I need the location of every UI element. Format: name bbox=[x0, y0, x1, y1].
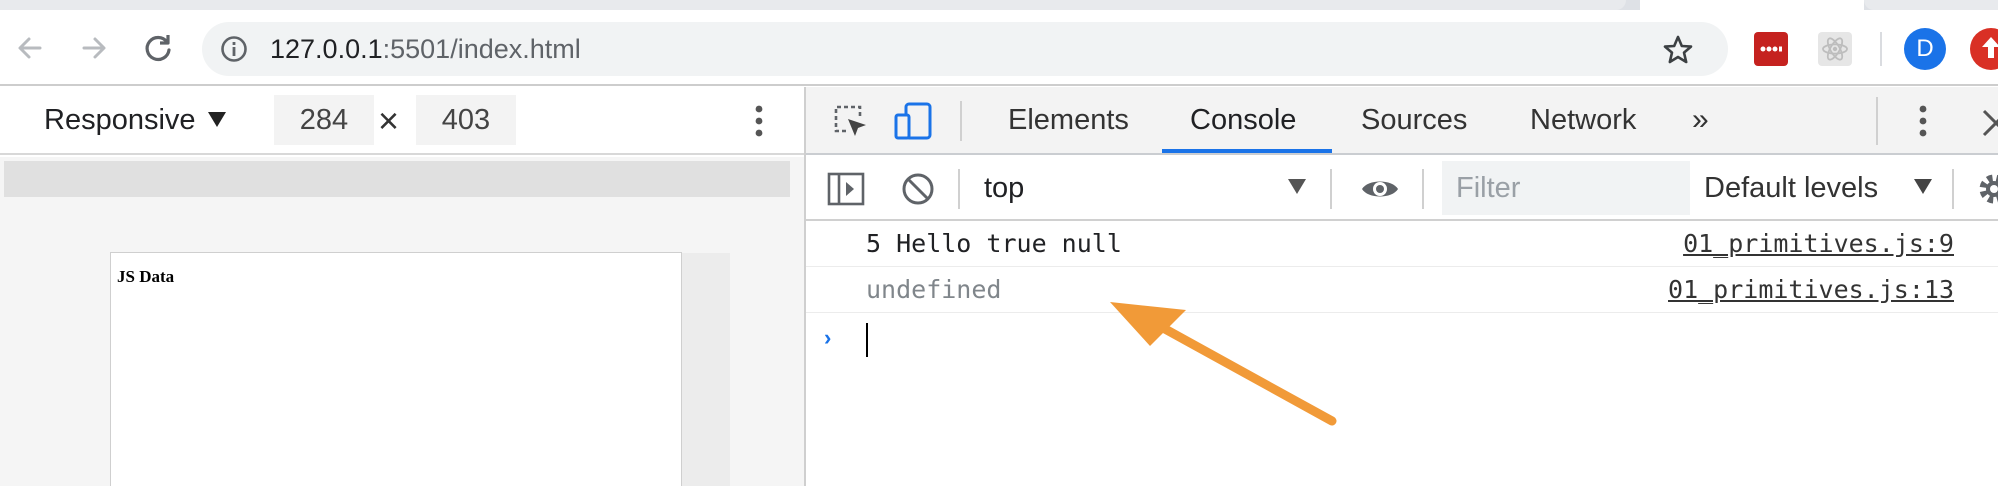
devtools-tabbar: Elements Console Sources Network » bbox=[806, 87, 1998, 155]
address-bar[interactable]: 127.0.0.1:5501/index.html bbox=[202, 22, 1728, 76]
console-message: undefined 01_primitives.js:13 bbox=[806, 267, 1998, 313]
viewport-height-input[interactable]: 403 bbox=[416, 95, 516, 145]
clear-console-icon[interactable] bbox=[898, 169, 938, 209]
eye-icon[interactable] bbox=[1360, 169, 1400, 209]
emulated-viewport-area: JS Data bbox=[0, 157, 804, 486]
emulated-page[interactable]: JS Data bbox=[110, 252, 682, 486]
close-icon[interactable] bbox=[1978, 101, 1998, 141]
url-port: :5501 bbox=[382, 34, 451, 64]
tab-separator bbox=[960, 101, 962, 141]
chevron-down-icon[interactable] bbox=[1914, 179, 1932, 194]
viewport-width-input[interactable]: 284 bbox=[274, 95, 374, 145]
filter-placeholder: Filter bbox=[1456, 172, 1521, 204]
context-select[interactable]: top bbox=[984, 171, 1024, 205]
browser-toolbar: 127.0.0.1:5501/index.html D bbox=[0, 10, 1998, 86]
active-tab-indicator bbox=[1162, 149, 1332, 153]
device-toolbar: Responsive 284 × 403 bbox=[0, 87, 804, 155]
console-prompt-icon: › bbox=[824, 325, 832, 350]
star-icon[interactable] bbox=[1662, 34, 1694, 66]
tab-network[interactable]: Network bbox=[1530, 87, 1636, 153]
console-message: 5 Hello true null 01_primitives.js:9 bbox=[806, 221, 1998, 267]
source-link[interactable]: 01_primitives.js:13 bbox=[1668, 275, 1954, 305]
toolbar-separator bbox=[1422, 169, 1424, 209]
browser-tab[interactable] bbox=[1864, 0, 1998, 10]
forward-arrow-icon[interactable] bbox=[74, 28, 114, 68]
tab-separator bbox=[1876, 97, 1878, 145]
more-options-icon[interactable] bbox=[752, 101, 766, 141]
console-output: 5 Hello true null 01_primitives.js:9 und… bbox=[806, 221, 1998, 486]
extension-icon[interactable] bbox=[1754, 32, 1788, 66]
device-mode-select[interactable]: Responsive bbox=[44, 102, 196, 138]
toolbar-separator bbox=[1330, 169, 1332, 209]
message-text: undefined bbox=[866, 275, 1002, 304]
message-text: 5 Hello true null bbox=[866, 229, 1122, 258]
toolbar-separator bbox=[1952, 169, 1954, 209]
toolbar-separator bbox=[1880, 32, 1882, 66]
chevron-down-icon[interactable] bbox=[1288, 179, 1306, 194]
profile-avatar[interactable]: D bbox=[1904, 28, 1946, 70]
media-query-ruler[interactable] bbox=[4, 161, 790, 197]
inspect-element-icon[interactable] bbox=[830, 101, 870, 141]
dimension-separator: × bbox=[378, 100, 400, 141]
reload-icon[interactable] bbox=[138, 28, 178, 68]
update-icon[interactable] bbox=[1970, 28, 1998, 70]
device-toggle-icon[interactable] bbox=[894, 101, 934, 141]
log-levels-select[interactable]: Default levels bbox=[1704, 171, 1878, 205]
console-input-caret[interactable] bbox=[866, 323, 868, 357]
url-text[interactable]: 127.0.0.1:5501/index.html bbox=[270, 35, 581, 63]
tab-console[interactable]: Console bbox=[1190, 87, 1296, 153]
sidebar-toggle-icon[interactable] bbox=[826, 169, 866, 209]
tab-strip-gap bbox=[1640, 0, 1864, 10]
react-icon[interactable] bbox=[1818, 32, 1852, 66]
tab-sources[interactable]: Sources bbox=[1361, 87, 1467, 153]
chevron-down-icon[interactable] bbox=[208, 112, 226, 127]
viewport-resize-handle[interactable] bbox=[680, 253, 730, 486]
more-tabs-icon[interactable]: » bbox=[1692, 105, 1709, 135]
toolbar-separator bbox=[958, 169, 960, 209]
url-path: /index.html bbox=[450, 34, 581, 64]
source-link[interactable]: 01_primitives.js:9 bbox=[1683, 229, 1954, 259]
gear-icon[interactable] bbox=[1974, 169, 1998, 209]
console-toolbar: top Filter Default levels bbox=[806, 157, 1998, 221]
devtools-menu-icon[interactable] bbox=[1916, 101, 1930, 141]
filter-input[interactable]: Filter bbox=[1442, 161, 1690, 215]
url-host: 127.0.0.1 bbox=[270, 34, 383, 64]
page-heading: JS Data bbox=[117, 267, 175, 286]
back-arrow-icon[interactable] bbox=[10, 28, 50, 68]
info-icon[interactable] bbox=[220, 35, 248, 63]
tab-elements[interactable]: Elements bbox=[1008, 87, 1129, 153]
browser-tab[interactable] bbox=[0, 0, 1626, 10]
